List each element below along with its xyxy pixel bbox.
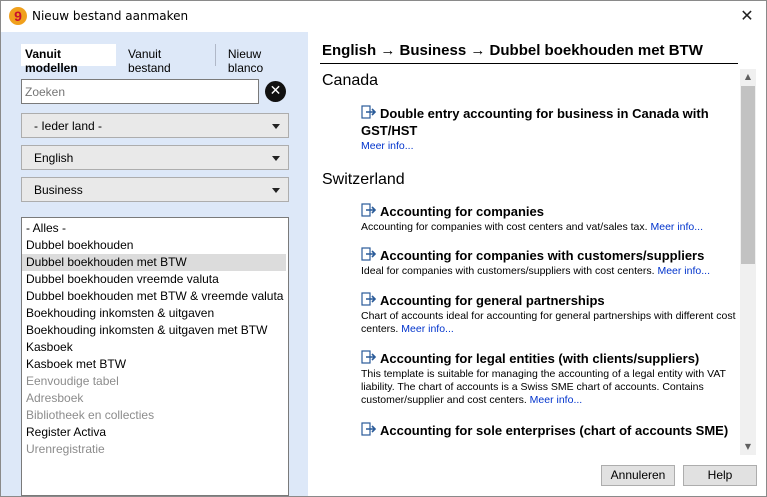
template-entry: Accounting for general partnerships Char… (361, 292, 739, 336)
breadcrumb: English → Business → Dubbel boekhouden m… (322, 42, 703, 59)
template-description: Meer info... (361, 140, 739, 153)
templates-panel: English → Business → Dubbel boekhouden m… (308, 32, 766, 496)
template-title-text: Double entry accounting for business in … (361, 106, 709, 138)
new-file-dialog: 9 Nieuw bestand aanmaken ✕ Vanuit modell… (0, 0, 767, 497)
template-title[interactable]: Accounting for companies with customers/… (361, 247, 739, 264)
clear-search-icon[interactable]: ✕ (265, 81, 286, 102)
section-title-canada: Canada (322, 72, 379, 89)
list-item-address-book[interactable]: Adresboek (22, 390, 286, 407)
list-item-time-sheet[interactable]: Urenregistratie (22, 441, 286, 458)
document-arrow-icon (361, 292, 377, 307)
chevron-down-icon (272, 188, 280, 193)
tab-from-file[interactable]: Vanuit bestand (124, 44, 207, 75)
template-entry: Accounting for legal entities (with clie… (361, 350, 739, 407)
template-title-text: Accounting for companies with customers/… (380, 248, 705, 263)
cancel-button[interactable]: Annuleren (601, 465, 675, 486)
help-button[interactable]: Help (683, 465, 757, 486)
list-item-double-entry[interactable]: Dubbel boekhouden (22, 237, 286, 254)
document-arrow-icon (361, 105, 377, 120)
app-logo: 9 (9, 7, 27, 25)
section-title-switzerland: Switzerland (322, 171, 405, 188)
list-item-all[interactable]: - Alles - (22, 220, 286, 237)
category-select[interactable]: Business (21, 177, 289, 202)
template-title[interactable]: Accounting for sole enterprises (chart o… (361, 422, 739, 439)
more-info-link[interactable]: Meer info... (650, 221, 703, 233)
window-title: Nieuw bestand aanmaken (32, 9, 189, 23)
breadcrumb-divider (320, 63, 738, 64)
filter-panel: Vanuit modellen Vanuit bestand Nieuw bla… (1, 32, 308, 496)
list-item-simple-table[interactable]: Eenvoudige tabel (22, 373, 286, 390)
more-info-link[interactable]: Meer info... (657, 265, 710, 277)
chevron-down-icon (272, 124, 280, 129)
template-entry: Accounting for companies Accounting for … (361, 203, 739, 234)
tab-new-blank[interactable]: Nieuw blanco (224, 44, 300, 75)
scrollbar-thumb[interactable] (741, 86, 755, 264)
template-description: Accounting for companies with cost cente… (361, 221, 739, 234)
template-description: Chart of accounts ideal for accounting f… (361, 310, 739, 336)
country-select[interactable]: - Ieder land - (21, 113, 289, 138)
scroll-up-icon[interactable]: ▲ (740, 69, 756, 85)
list-item-double-entry-vat-foreign-currency[interactable]: Dubbel boekhouden met BTW & vreemde valu… (22, 288, 286, 305)
template-description-text: Accounting for companies with cost cente… (361, 221, 648, 233)
template-title-text: Accounting for general partnerships (380, 293, 605, 308)
more-info-link[interactable]: Meer info... (401, 323, 454, 335)
template-title[interactable]: Double entry accounting for business in … (361, 105, 739, 139)
document-arrow-icon (361, 350, 377, 365)
template-entry: Accounting for sole enterprises (chart o… (361, 422, 739, 439)
list-item-double-entry-foreign-currency[interactable]: Dubbel boekhouden vreemde valuta (22, 271, 286, 288)
results-scrollbar[interactable]: ▲ ▼ (740, 69, 756, 455)
template-title-text: Accounting for sole enterprises (chart o… (380, 423, 729, 438)
template-entry: Double entry accounting for business in … (361, 105, 739, 153)
template-title[interactable]: Accounting for companies (361, 203, 739, 220)
scroll-down-icon[interactable]: ▼ (740, 439, 756, 455)
accounting-type-list: - Alles - Dubbel boekhouden Dubbel boekh… (21, 217, 289, 496)
template-description-text: Ideal for companies with customers/suppl… (361, 265, 655, 277)
template-title-text: Accounting for companies (380, 204, 544, 219)
document-arrow-icon (361, 422, 377, 437)
search-input[interactable] (21, 79, 259, 104)
template-description: Ideal for companies with customers/suppl… (361, 265, 739, 278)
country-select-value: - Ieder land - (34, 119, 103, 133)
title-bar: 9 Nieuw bestand aanmaken ✕ (1, 1, 766, 32)
list-item-income-expenses[interactable]: Boekhouding inkomsten & uitgaven (22, 305, 286, 322)
list-item-cashbook-vat[interactable]: Kasboek met BTW (22, 356, 286, 373)
close-button[interactable]: ✕ (736, 5, 758, 27)
more-info-link[interactable]: Meer info... (530, 394, 583, 406)
language-select[interactable]: English (21, 145, 289, 170)
category-select-value: Business (34, 183, 83, 197)
tab-divider (214, 44, 216, 66)
list-item-income-expenses-vat[interactable]: Boekhouding inkomsten & uitgaven met BTW (22, 322, 286, 339)
template-title[interactable]: Accounting for legal entities (with clie… (361, 350, 739, 367)
template-title[interactable]: Accounting for general partnerships (361, 292, 739, 309)
document-arrow-icon (361, 247, 377, 262)
template-results: Canada Double entry accounting for busin… (308, 67, 743, 456)
language-select-value: English (34, 151, 74, 165)
list-item-library-collections[interactable]: Bibliotheek en collecties (22, 407, 286, 424)
source-tabs: Vanuit modellen Vanuit bestand Nieuw bla… (21, 44, 308, 75)
tab-from-templates[interactable]: Vanuit modellen (21, 44, 117, 75)
list-item-double-entry-vat[interactable]: Dubbel boekhouden met BTW (22, 254, 286, 271)
more-info-link[interactable]: Meer info... (361, 140, 414, 152)
document-arrow-icon (361, 203, 377, 218)
list-item-fixed-assets[interactable]: Register Activa (22, 424, 286, 441)
template-title-text: Accounting for legal entities (with clie… (380, 351, 700, 366)
list-item-cashbook[interactable]: Kasboek (22, 339, 286, 356)
template-description: This template is suitable for managing t… (361, 368, 739, 407)
template-entry: Accounting for companies with customers/… (361, 247, 739, 278)
chevron-down-icon (272, 156, 280, 161)
